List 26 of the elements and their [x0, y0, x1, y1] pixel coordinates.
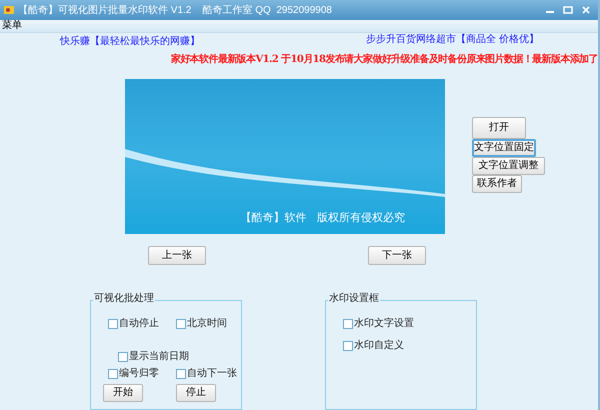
preview-caption: 【酷奇】软件 版权所有侵权必究 [240, 210, 405, 226]
link[interactable]: 步步升百货网络超市【商品全 价格优】 [366, 35, 539, 47]
stop-button[interactable]: 停止 [176, 384, 216, 402]
side-button[interactable]: 文字位置固定 [472, 139, 536, 157]
start-button[interactable]: 开始 [103, 384, 143, 402]
app-icon [3, 4, 15, 16]
link[interactable]: 快乐赚【最轻松最快乐的网赚】 [60, 37, 200, 47]
group-title: 水印设置框 [328, 294, 380, 304]
previous-button[interactable]: 上一张 [148, 246, 206, 265]
checkbox[interactable]: 自动停止 [108, 319, 159, 329]
notice-text: 家好本软件最新版本V1.2 于10月18发布请大家做好升级准备及时备份原来图片数据！最新版本添加了 [170, 55, 598, 65]
checkbox[interactable]: 编号归零 [108, 369, 159, 379]
side-button[interactable]: 打开 [472, 117, 526, 139]
group-title: 可视化批处理 [93, 294, 155, 304]
menu-item[interactable]: 菜单 [0, 21, 24, 31]
window-title: 【酷奇】可视化图片批量水印软件 V1.2 酷奇工作室 QQ 2952099908 [18, 4, 332, 18]
side-button[interactable]: 联系作者 [472, 175, 522, 193]
checkbox[interactable]: 自动下一张 [176, 369, 237, 379]
checkbox[interactable]: 水印自定义 [343, 341, 476, 351]
side-button[interactable]: 文字位置调整 [472, 157, 545, 175]
maximize-icon[interactable] [563, 6, 573, 14]
checkbox[interactable]: 北京时间 [176, 319, 227, 329]
checkbox[interactable]: 水印文字设置 [343, 319, 476, 329]
close-icon[interactable] [581, 6, 591, 14]
next-button[interactable]: 下一张 [368, 246, 426, 265]
checkbox[interactable]: 显示当前日期 [118, 352, 241, 362]
